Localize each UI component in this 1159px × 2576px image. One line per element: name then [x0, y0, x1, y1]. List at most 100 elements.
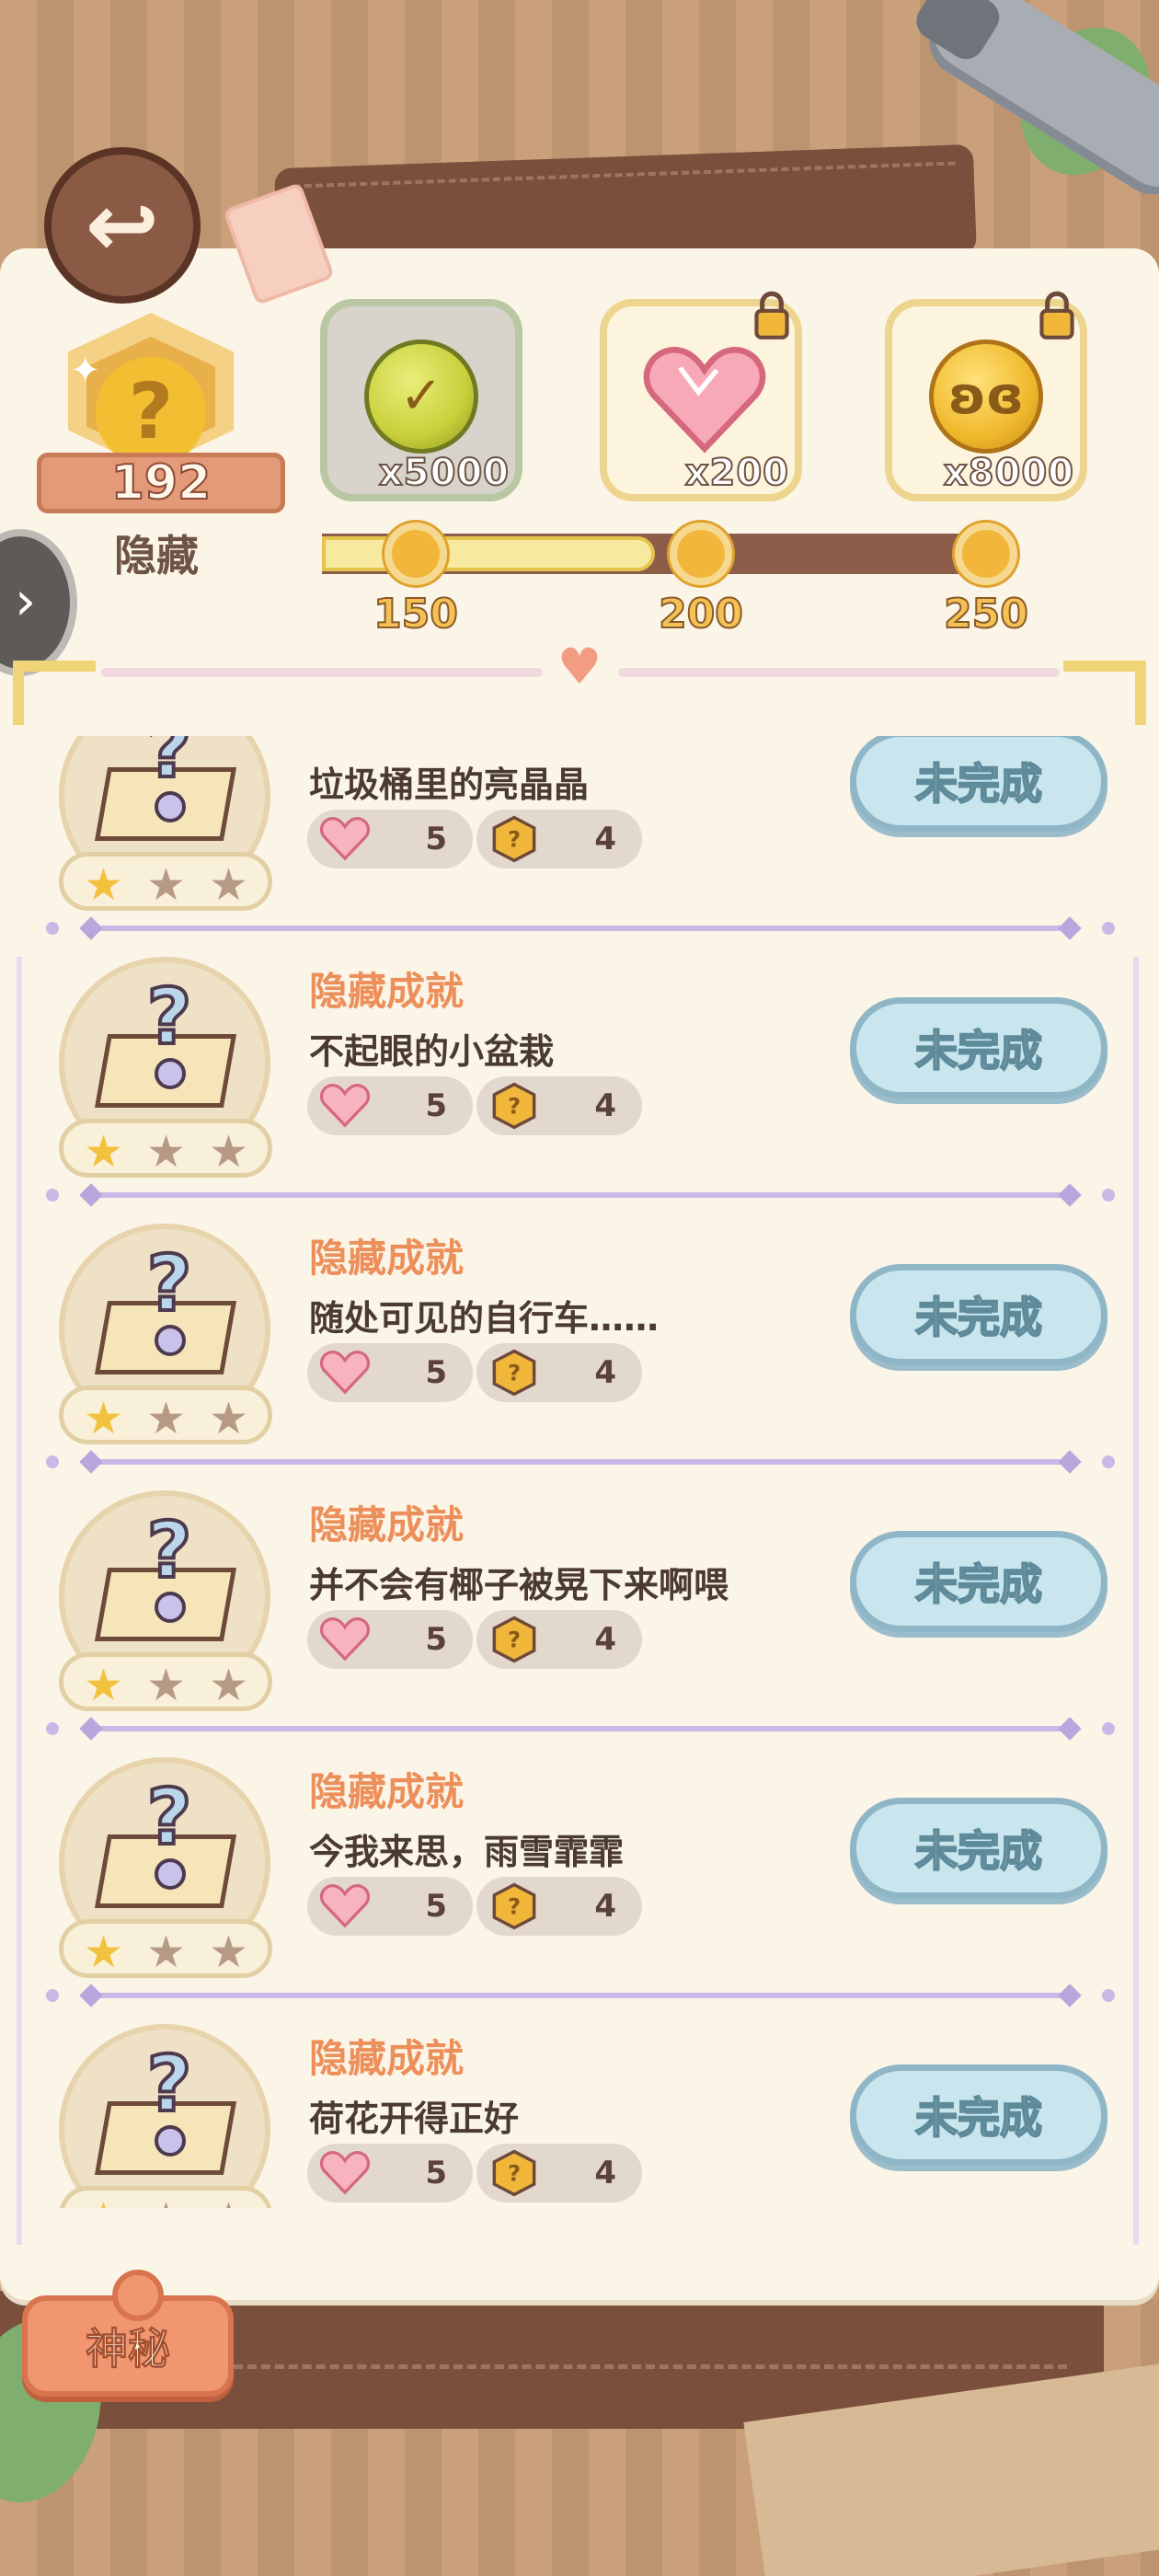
heart-reward-count: 5: [425, 1087, 447, 1124]
incomplete-button-label: 未完成: [914, 1025, 1043, 1076]
corner-ornament-right: [1063, 661, 1146, 725]
mystery-box-icon: ?★★★: [59, 1490, 272, 1711]
achievement-list[interactable]: ? ★ ★ ★ 垃圾桶里的亮晶晶 5? 4 未完成? ★ ★ ★ 隐藏成就 不起眼的小盆栽 5? 4 未完成?…: [33, 736, 1128, 2208]
achievement-row: ? ★ ★ ★ 隐藏成就 今我来思，雨雪霏霏 5? 4 未完成: [33, 1717, 1128, 1987]
heart-reward-pill: 5: [307, 1877, 473, 1936]
heart-reward-pill: 5: [307, 810, 473, 868]
back-button[interactable]: ↩: [44, 147, 201, 304]
mystery-box-icon: ?★★★: [59, 1224, 272, 1444]
ornament-line-left: [101, 668, 543, 677]
svg-text:?: ?: [508, 1360, 521, 1386]
heart-gem-icon: [319, 815, 371, 863]
mystery-coin-icon: ?: [489, 1882, 539, 1930]
coin-reward-count: 4: [594, 821, 616, 857]
coin-reward-pill: ? 4: [476, 810, 642, 868]
coin-reward-pill: ? 4: [476, 1610, 642, 1669]
incomplete-button[interactable]: 未完成: [850, 1531, 1107, 1632]
heart-reward-count: 5: [425, 2155, 447, 2191]
heart-reward-pill: 5: [307, 1076, 473, 1135]
coin-reward-pill: ? 4: [476, 1076, 642, 1135]
star-rating: ★★★: [59, 1119, 272, 1178]
star-rating: ★★★: [59, 852, 272, 911]
heart-reward-pill: 5: [307, 1610, 473, 1669]
badge-count: 192: [110, 455, 212, 511]
incomplete-button[interactable]: 未完成: [850, 736, 1107, 832]
coin-reward-count: 4: [594, 2155, 616, 2191]
incomplete-button-label: 未完成: [914, 758, 1043, 810]
coin-reward-count: 4: [594, 1087, 616, 1124]
incomplete-button-label: 未完成: [914, 2092, 1043, 2144]
achievement-title: 隐藏成就: [309, 969, 465, 1014]
achievement-title: 隐藏成就: [309, 1502, 465, 1547]
incomplete-button-label: 未完成: [914, 1292, 1043, 1343]
reward-amount: x200: [684, 451, 789, 495]
achievement-description: 不起眼的小盆栽: [309, 1031, 555, 1072]
mystery-box-icon: ?★★★: [59, 1757, 272, 1978]
svg-text:?: ?: [508, 1893, 521, 1920]
mystery-tab-label: 神秘: [86, 2324, 171, 2375]
reward-card-2[interactable]: x200: [600, 291, 802, 501]
svg-text:?: ?: [508, 2160, 521, 2187]
chevron-right-icon: ›: [15, 569, 37, 632]
achievement-row: ? ★ ★ ★ 隐藏成就不起眼的小盆栽 5 ? 4 未完成: [33, 916, 1128, 1187]
heart-gem-icon: [643, 347, 766, 454]
incomplete-button[interactable]: 未完成: [850, 1264, 1107, 1365]
corner-ornament-left: [13, 661, 96, 725]
mystery-box-icon: ?★★★: [59, 736, 272, 911]
coin-reward-count: 4: [594, 1621, 616, 1658]
heart-reward-count: 5: [425, 1354, 447, 1391]
achievement-description: 荷花开得正好: [309, 2099, 520, 2139]
heart-gem-icon: [319, 1349, 371, 1397]
ornament-line-right: [618, 668, 1060, 677]
heart-ornament-icon: ♥: [557, 638, 602, 696]
mystery-coin-icon: ?: [489, 1616, 539, 1663]
incomplete-button[interactable]: 未完成: [850, 997, 1107, 1098]
reward-card-1[interactable]: ✓ x5000: [320, 299, 522, 501]
heart-gem-icon: [319, 1882, 371, 1930]
coin-reward-count: 4: [594, 1354, 616, 1391]
svg-text:?: ?: [508, 1627, 521, 1653]
check-coin-icon: ✓: [364, 339, 478, 454]
achievement-description: 并不会有椰子被晃下来啊喂: [309, 1565, 729, 1605]
mystery-box-icon: ?★★★: [59, 957, 272, 1178]
row-separator: [33, 1450, 1128, 1474]
coin-reward-pill: ? 4: [476, 2144, 642, 2202]
milestone-label-3: 250: [943, 590, 1029, 638]
milestone-label-1: 150: [373, 590, 459, 638]
heart-gem-icon: [319, 2149, 371, 2197]
achievement-description: 随处可见的自行车……: [309, 1298, 660, 1339]
achievement-title: 隐藏成就: [309, 1769, 465, 1814]
incomplete-button[interactable]: 未完成: [850, 2064, 1107, 2166]
heart-gem-icon: [319, 1616, 371, 1663]
mystery-tab-button[interactable]: 神秘: [22, 2270, 234, 2397]
incomplete-button[interactable]: 未完成: [850, 1798, 1107, 1899]
achievement-row: ? ★ ★ ★ 隐藏成就随处可见的自行车…… 5? 4 未完成: [33, 1183, 1128, 1454]
reward-amount: x8000: [943, 451, 1074, 495]
achievement-row: ? ★ ★ ★ 隐藏成就 并不会有椰子被晃下来啊喂 5? 4 未完成: [33, 1450, 1128, 1720]
progress-fill: [322, 536, 655, 571]
heart-reward-count: 5: [425, 821, 447, 857]
hidden-category-badge: ? ✦ 192: [37, 313, 285, 524]
coin-reward-count: 4: [594, 1888, 616, 1925]
bunny-coin-icon: ʚɞ: [929, 339, 1043, 454]
sparkle-icon: ✦: [70, 350, 101, 392]
achievement-title: 隐藏成就: [309, 2036, 465, 2081]
achievement-title: 隐藏成就: [309, 1236, 465, 1281]
star-rating: ★★★: [59, 1919, 272, 1978]
heart-reward-pill: 5: [307, 1343, 473, 1402]
mystery-coin-icon: ?: [489, 815, 539, 863]
heart-reward-count: 5: [425, 1621, 447, 1658]
lock-icon: [754, 291, 789, 339]
coin-reward-pill: ? 4: [476, 1877, 642, 1936]
reward-card-3[interactable]: ʚɞ x8000: [885, 291, 1087, 501]
lock-icon: [1039, 291, 1074, 339]
svg-text:?: ?: [508, 826, 521, 853]
achievement-row: ?★★★隐藏成就荷花开得正好5?4未完成: [33, 1984, 1128, 2208]
mystery-coin-icon: ?: [489, 2149, 539, 2197]
mystery-box-icon: ?★★★: [59, 2024, 272, 2208]
row-separator: [33, 1984, 1128, 2007]
milestone-dot-2: [670, 523, 732, 585]
achievement-row: ? ★ ★ ★ 垃圾桶里的亮晶晶 5? 4 未完成: [33, 736, 1128, 920]
row-separator: [33, 1717, 1128, 1741]
incomplete-button-label: 未完成: [914, 1825, 1043, 1877]
